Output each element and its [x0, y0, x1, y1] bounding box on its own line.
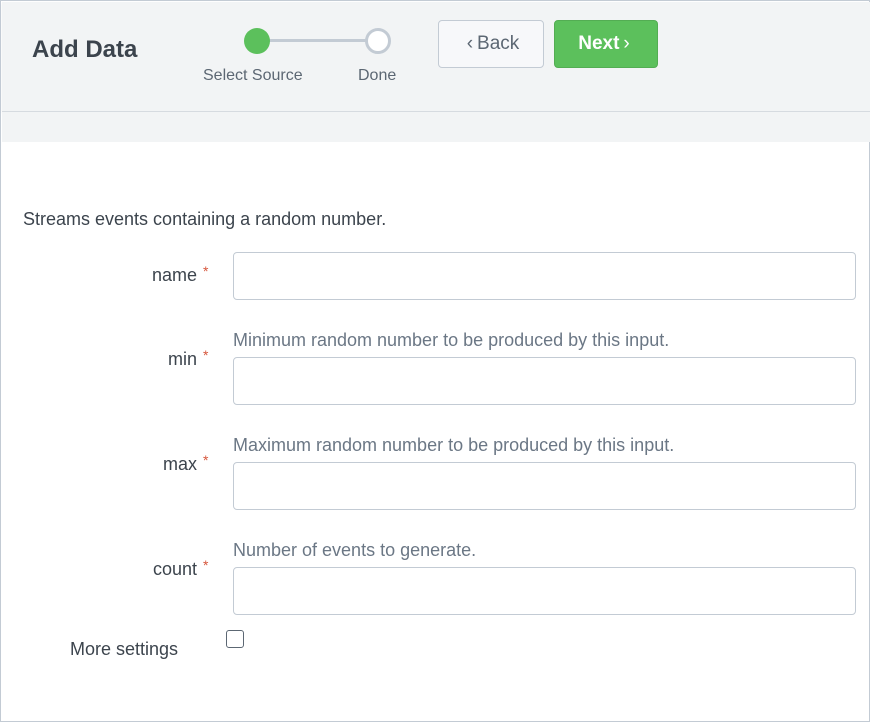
max-help-text: Maximum random number to be produced by …	[233, 435, 675, 455]
back-button-label: Back	[477, 33, 520, 54]
count-help-text: Number of events to generate.	[233, 540, 477, 560]
count-field[interactable]	[233, 567, 856, 615]
max-label: max	[162, 454, 197, 474]
min-label: min	[167, 349, 197, 369]
chevron-right-icon: ›	[623, 33, 630, 54]
count-label: count	[152, 559, 197, 579]
header-bar: Add Data Select Source Done ‹ Back Next …	[2, 2, 870, 112]
add-data-window: Add Data Select Source Done ‹ Back Next …	[0, 0, 870, 722]
more-settings-label: More settings	[70, 639, 179, 659]
max-field[interactable]	[233, 462, 856, 510]
next-button[interactable]: Next ›	[554, 20, 658, 68]
chevron-left-icon: ‹	[466, 33, 474, 54]
step-select-source-indicator	[244, 28, 270, 54]
name-field[interactable]	[233, 252, 856, 300]
min-field[interactable]	[233, 357, 856, 405]
header-subbar	[2, 112, 870, 142]
name-label: name	[151, 265, 197, 285]
step-select-source-label: Select Source	[203, 67, 303, 84]
name-required-marker: *	[203, 263, 209, 279]
count-required-marker: *	[203, 557, 209, 573]
step-done-indicator	[365, 28, 391, 54]
step-connector-line	[259, 39, 377, 42]
step-done-label: Done	[358, 67, 397, 84]
max-required-marker: *	[203, 452, 209, 468]
back-button[interactable]: ‹ Back	[438, 20, 544, 68]
page-title: Add Data	[32, 36, 138, 63]
more-settings-checkbox[interactable]	[226, 630, 244, 648]
min-required-marker: *	[203, 347, 209, 363]
input-description: Streams events containing a random numbe…	[23, 209, 387, 229]
min-help-text: Minimum random number to be produced by …	[233, 330, 670, 350]
next-button-label: Next	[578, 33, 620, 54]
